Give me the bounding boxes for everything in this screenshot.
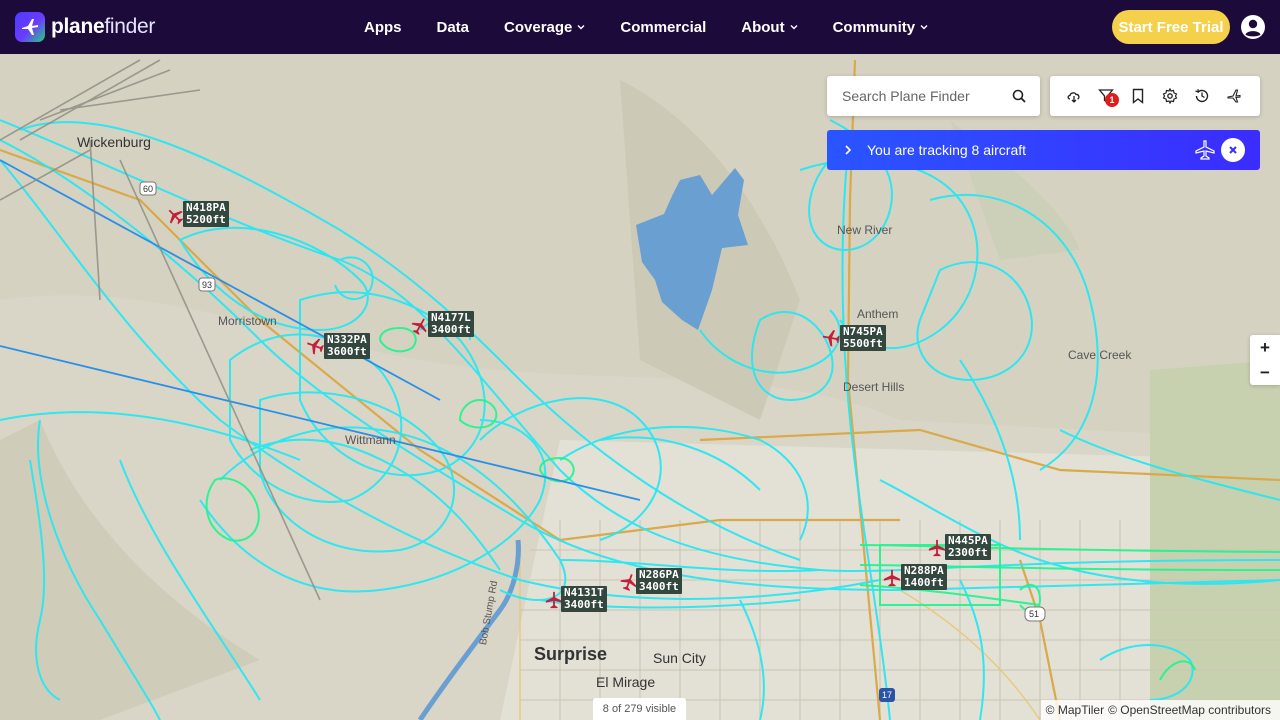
osm-credit-link[interactable]: © OpenStreetMap contributors xyxy=(1108,703,1271,717)
nav-apps[interactable]: Apps xyxy=(364,19,402,36)
place-wickenburg: Wickenburg xyxy=(77,134,151,150)
weather-cloud-icon[interactable] xyxy=(1066,88,1082,104)
aircraft-label[interactable]: N286PA 3400ft xyxy=(636,568,682,594)
planefinder-logo[interactable]: planefinder xyxy=(15,12,155,42)
aircraft-label[interactable]: N288PA 1400ft xyxy=(901,564,947,590)
place-morristown: Morristown xyxy=(218,314,277,328)
maptiler-credit-link[interactable]: © MapTiler xyxy=(1046,703,1104,717)
aircraft-label[interactable]: N332PA 3600ft xyxy=(324,333,370,359)
nav-community[interactable]: Community xyxy=(833,19,929,36)
logo-plane-icon xyxy=(15,12,45,42)
top-navigation-bar: planefinder Apps Data Coverage Commercia… xyxy=(0,0,1280,54)
nav-coverage[interactable]: Coverage xyxy=(504,19,585,36)
route-93-label: 93 xyxy=(202,280,213,290)
aircraft-icon[interactable] xyxy=(821,328,842,349)
place-wittmann: Wittmann xyxy=(345,433,396,447)
aircraft-label[interactable]: N418PA 5200ft xyxy=(183,201,229,227)
nav-data[interactable]: Data xyxy=(437,19,470,36)
route-60-label: 60 xyxy=(143,184,154,194)
place-surprise: Surprise xyxy=(534,644,608,664)
close-icon xyxy=(1229,146,1237,154)
zoom-controls: + − xyxy=(1250,335,1280,385)
place-sun-city: Sun City xyxy=(653,650,706,666)
search-input[interactable] xyxy=(842,88,1002,104)
history-icon[interactable] xyxy=(1194,88,1210,104)
nav-about[interactable]: About xyxy=(741,19,798,36)
zoom-in-button[interactable]: + xyxy=(1250,335,1280,360)
settings-gear-icon[interactable] xyxy=(1162,88,1178,104)
logo-wordmark: planefinder xyxy=(51,15,156,38)
place-desert-hills: Desert Hills xyxy=(843,380,905,394)
bookmark-icon[interactable] xyxy=(1130,88,1146,104)
3d-view-plane-icon[interactable] xyxy=(1226,88,1242,104)
aircraft-label[interactable]: N745PA 5500ft xyxy=(840,325,886,351)
map-toolbar xyxy=(1050,76,1260,116)
chevron-down-icon xyxy=(920,25,928,30)
chevron-right-icon[interactable] xyxy=(843,144,853,156)
place-anthem: Anthem xyxy=(857,307,899,321)
map-attribution: © MapTiler © OpenStreetMap contributors xyxy=(1040,700,1280,720)
search-icon[interactable] xyxy=(1012,89,1026,103)
tracking-status-text: You are tracking 8 aircraft xyxy=(867,142,1027,158)
route-17-label: 17 xyxy=(882,690,893,700)
zoom-out-button[interactable]: − xyxy=(1250,360,1280,385)
aircraft-label[interactable]: N445PA 2300ft xyxy=(945,534,991,560)
aircraft-icon[interactable] xyxy=(883,569,901,587)
start-free-trial-button[interactable]: Start Free Trial xyxy=(1112,10,1230,44)
chevron-down-icon xyxy=(790,25,798,30)
stop-tracking-button[interactable] xyxy=(1221,138,1245,162)
place-new-river: New River xyxy=(837,223,893,237)
aircraft-icon[interactable] xyxy=(928,539,946,557)
tracked-plane-icon xyxy=(1195,140,1215,160)
tracking-banner[interactable]: You are tracking 8 aircraft xyxy=(827,130,1260,170)
user-account-icon[interactable] xyxy=(1241,15,1265,39)
search-bar xyxy=(827,76,1040,116)
nav-commercial[interactable]: Commercial xyxy=(620,19,706,36)
main-nav: Apps Data Coverage Commercial About Comm… xyxy=(364,0,963,54)
place-el-mirage: El Mirage xyxy=(596,674,656,690)
visible-aircraft-count: 8 of 279 visible xyxy=(593,698,686,720)
aircraft-label[interactable]: N4177L 3400ft xyxy=(428,311,474,337)
place-cave-creek: Cave Creek xyxy=(1068,348,1132,362)
aircraft-label[interactable]: N4131T 3400ft xyxy=(561,586,607,612)
chevron-down-icon xyxy=(577,25,585,30)
route-51-label: 51 xyxy=(1029,609,1040,619)
filter-count-badge: 1 xyxy=(1105,93,1119,107)
